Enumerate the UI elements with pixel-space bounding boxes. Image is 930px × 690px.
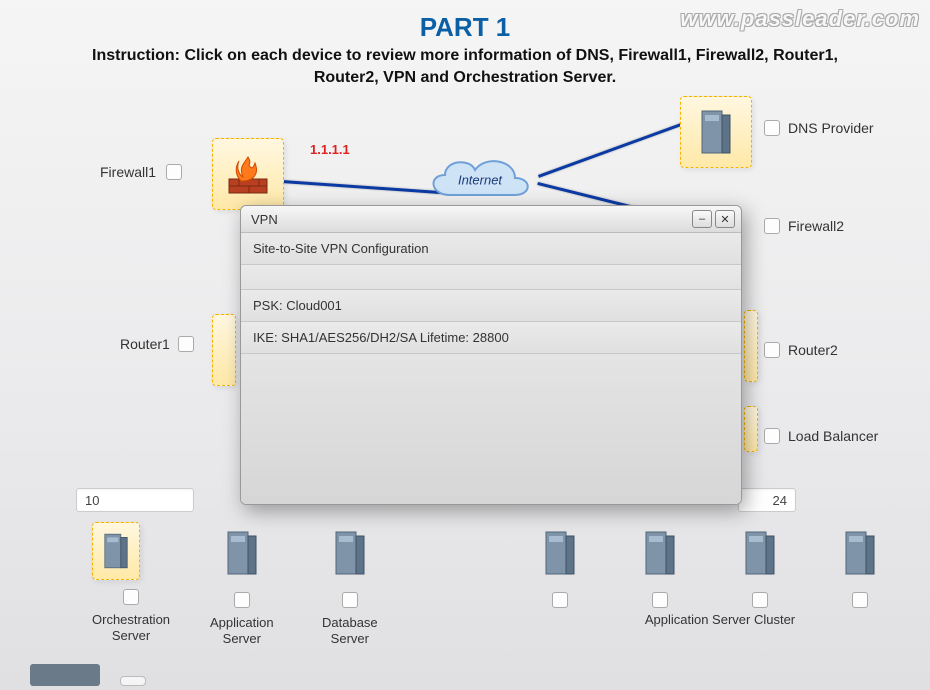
popup-title: VPN	[251, 212, 689, 227]
cloud-label: Internet	[458, 173, 502, 188]
label-appserver: Application Server	[210, 615, 274, 646]
label-firewall1: Firewall1	[100, 164, 156, 180]
page-button-active[interactable]	[30, 664, 100, 686]
close-button[interactable]: ✕	[715, 210, 735, 228]
label-firewall2: Firewall2	[788, 218, 844, 234]
checkbox-cluster-1[interactable]	[552, 592, 568, 608]
watermark-text: www.passleader.com	[680, 6, 920, 32]
server-icon	[222, 528, 262, 578]
server-icon	[696, 107, 736, 157]
popup-psk: PSK: Cloud001	[241, 289, 741, 321]
instruction-text: Instruction: Click on each device to rev…	[0, 43, 930, 88]
ip-bar-left-text: 10	[85, 493, 99, 508]
checkbox-appserver[interactable]	[234, 592, 250, 608]
label-loadbalancer: Load Balancer	[788, 428, 878, 444]
device-router2-peek[interactable]	[744, 310, 758, 382]
checkbox-dbserver[interactable]	[342, 592, 358, 608]
server-icon	[640, 528, 680, 578]
server-icon	[840, 528, 880, 578]
link-internet-dns	[538, 117, 699, 178]
server-icon	[330, 528, 370, 578]
device-orchestration[interactable]	[92, 522, 140, 580]
ip-bar-right: 24	[738, 488, 796, 512]
device-dns[interactable]	[680, 96, 752, 168]
ip-firewall1: 1.1.1.1	[310, 142, 350, 157]
label-router2: Router2	[788, 342, 838, 358]
checkbox-cluster-2[interactable]	[652, 592, 668, 608]
popup-titlebar[interactable]: VPN – ✕	[241, 206, 741, 233]
checkbox-firewall1[interactable]	[166, 164, 182, 180]
label-dns: DNS Provider	[788, 120, 874, 136]
internet-cloud[interactable]: Internet	[420, 150, 540, 210]
popup-ike: IKE: SHA1/AES256/DH2/SA Lifetime: 28800	[241, 321, 741, 353]
checkbox-orchestration[interactable]	[123, 589, 139, 605]
server-icon	[540, 528, 580, 578]
device-firewall1[interactable]	[212, 138, 284, 210]
server-icon	[740, 528, 780, 578]
label-dbserver: Database Server	[322, 615, 378, 646]
page-button-next[interactable]	[120, 676, 146, 686]
vpn-popup: VPN – ✕ Site-to-Site VPN Configuration P…	[240, 205, 742, 505]
device-lb-peek[interactable]	[744, 406, 758, 452]
checkbox-firewall2[interactable]	[764, 218, 780, 234]
label-router1: Router1	[120, 336, 170, 352]
checkbox-cluster-4[interactable]	[852, 592, 868, 608]
label-orchestration: Orchestration Server	[92, 612, 170, 643]
checkbox-cluster-3[interactable]	[752, 592, 768, 608]
popup-spacer	[241, 264, 741, 289]
device-router1-peek[interactable]	[212, 314, 236, 386]
firewall-icon	[225, 151, 271, 197]
server-icon	[100, 530, 132, 572]
popup-footer	[241, 353, 741, 504]
popup-heading: Site-to-Site VPN Configuration	[241, 233, 741, 264]
ip-bar-right-text: 24	[773, 493, 787, 508]
checkbox-dns[interactable]	[764, 120, 780, 136]
ip-bar-left: 10	[76, 488, 194, 512]
label-cluster: Application Server Cluster	[560, 612, 880, 628]
diagram-canvas: Internet 1.1.1.1 2.2.2.2 Firewall1	[0, 90, 930, 690]
checkbox-router1[interactable]	[178, 336, 194, 352]
minimize-button[interactable]: –	[692, 210, 712, 228]
checkbox-router2[interactable]	[764, 342, 780, 358]
checkbox-loadbalancer[interactable]	[764, 428, 780, 444]
